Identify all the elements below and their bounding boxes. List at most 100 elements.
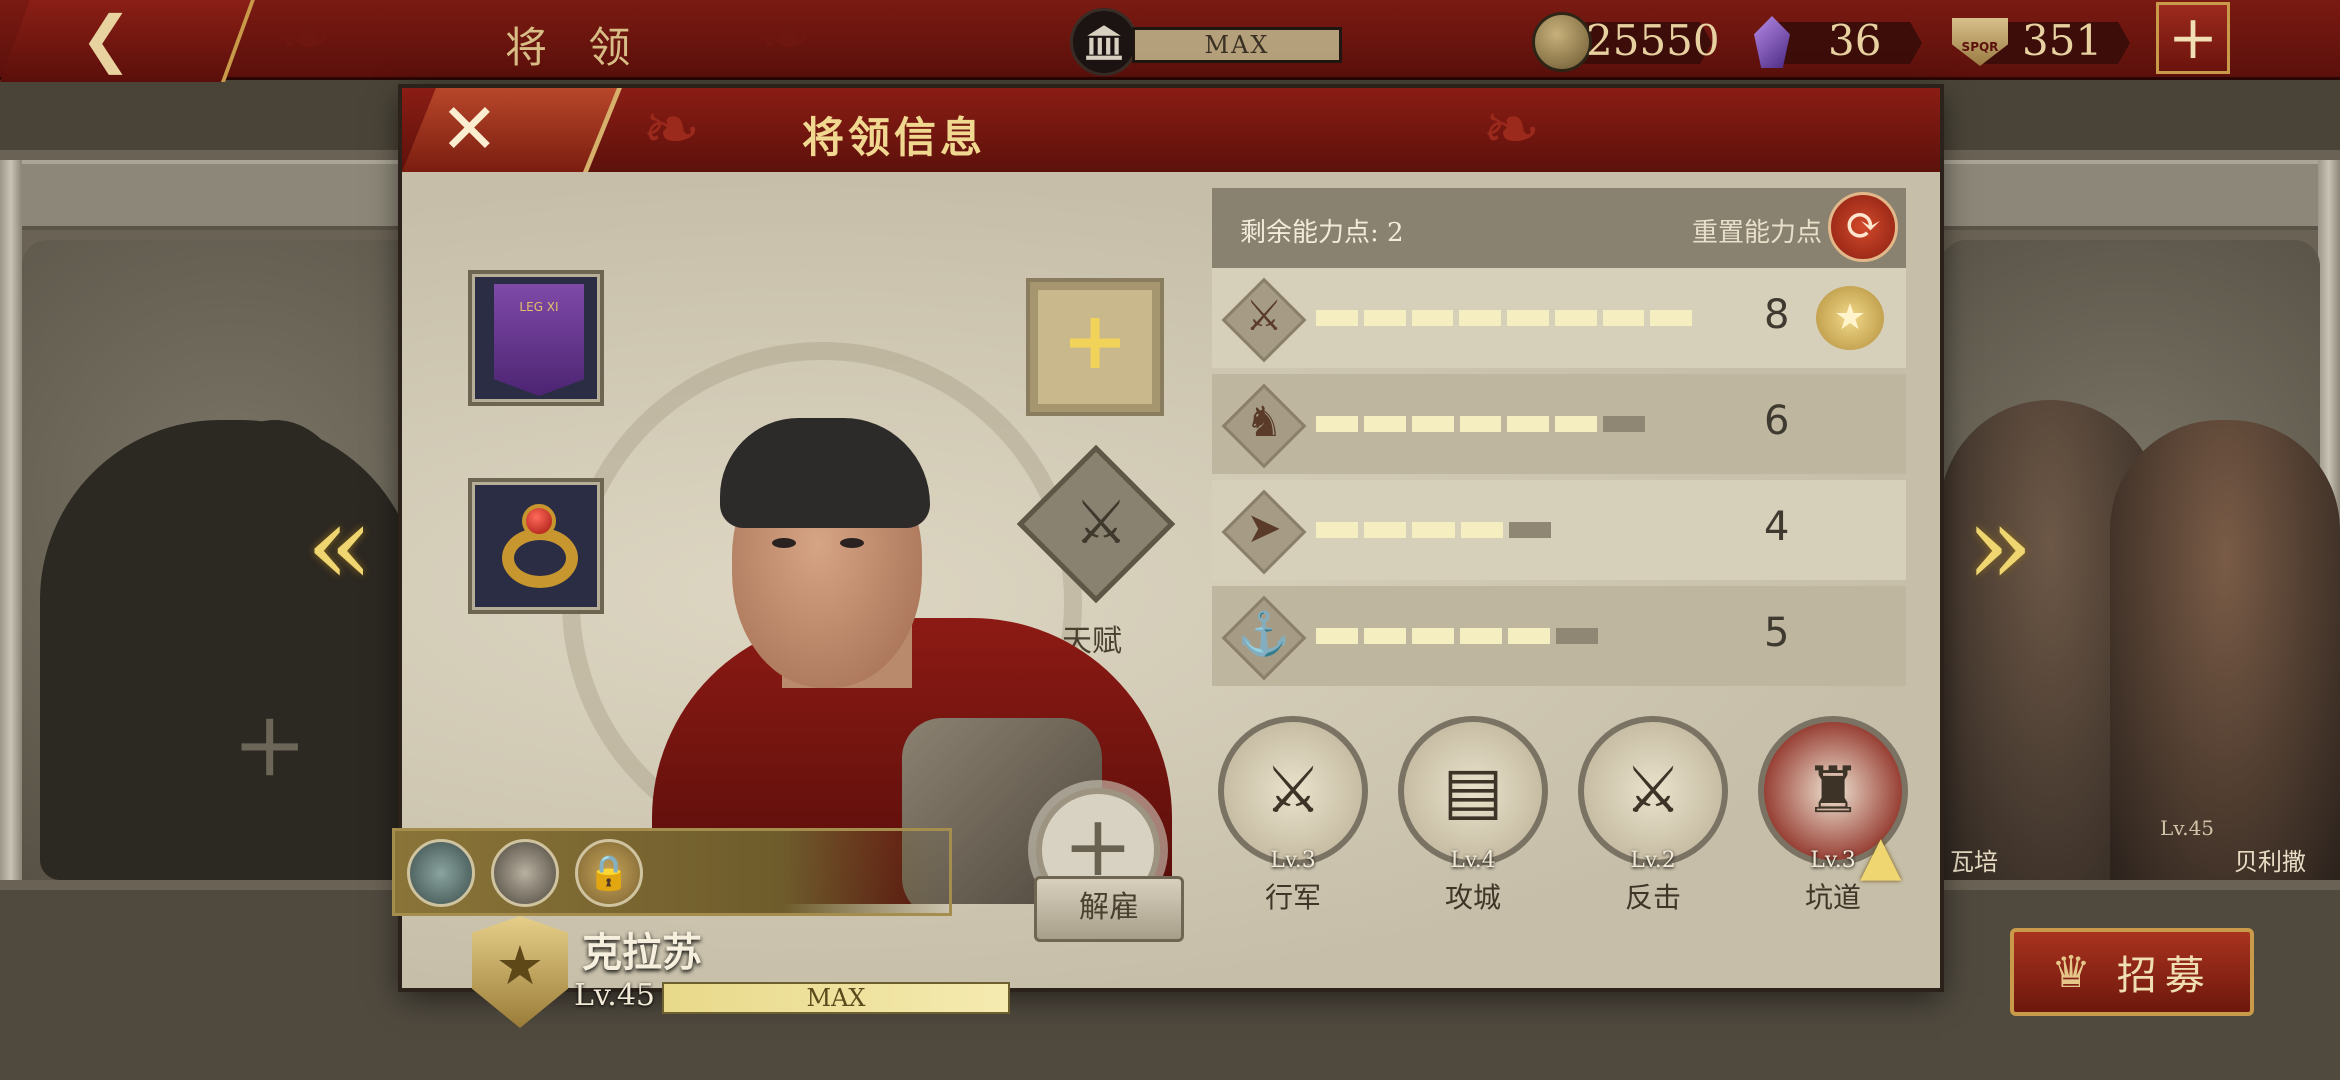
stat-bar-segment	[1364, 628, 1406, 644]
next-general-portrait[interactable]	[2110, 420, 2340, 880]
locked-gem-slot[interactable]: 🔒	[575, 839, 643, 907]
stat-bar-segment	[1460, 628, 1502, 644]
plus-icon: +	[2167, 3, 2219, 73]
laurel-decoration-icon: ❧	[280, 2, 331, 72]
ability-points-header: 剩余能力点: 2 重置能力点 ⟳	[1212, 188, 1906, 268]
laurel-medal-icon: ★	[1816, 286, 1884, 350]
background-column	[0, 160, 22, 880]
skill-level: Lv.4	[1450, 848, 1496, 873]
tunnel-soldier-icon: ♜	[1804, 754, 1862, 828]
add-general-icon[interactable]: +	[232, 700, 307, 790]
stat-row-archer: ➤ 4	[1212, 480, 1906, 580]
next-general-name: 贝利撒	[2234, 848, 2306, 876]
stat-bar-segment	[1507, 416, 1550, 432]
building-level-indicator[interactable]: MAX	[1070, 8, 1342, 76]
dismiss-button[interactable]: 解雇	[1034, 876, 1184, 942]
banner-text: LEG XI	[519, 300, 559, 314]
stat-bar-segment	[1316, 310, 1358, 326]
remaining-points-label: 剩余能力点: 2	[1240, 218, 1404, 248]
coins-resource[interactable]: 25550	[1532, 12, 1722, 72]
gems-value: 36	[1828, 16, 1882, 65]
laurel-decoration-icon: ❧	[642, 88, 701, 170]
next-general-name: 瓦培	[1950, 848, 1998, 876]
stat-bar-segment	[1363, 310, 1406, 326]
skill-level: Lv.2	[1630, 848, 1676, 873]
dialog-title: 将领信息	[802, 113, 987, 162]
siege-ladder-icon: ▤	[1442, 754, 1504, 828]
stat-bar	[1316, 416, 1646, 432]
coin-icon	[1532, 12, 1592, 72]
building-max-label: MAX	[1132, 27, 1342, 63]
lock-icon: 🔒	[587, 853, 631, 893]
gem-slots-strip: 🔒	[392, 828, 952, 916]
skill-level: Lv.3	[1270, 848, 1316, 873]
next-general-arrow-icon[interactable]: »	[1966, 490, 2033, 600]
top-bar: ❮ ❧ ❧ 将 领 MAX 25550 36 SPQR 351 +	[0, 0, 2340, 82]
prev-general-arrow-icon[interactable]: «	[306, 490, 373, 600]
marching-soldiers-icon: ⚔	[1264, 754, 1322, 828]
gem-slot[interactable]	[491, 839, 559, 907]
stat-bar-segment	[1460, 522, 1503, 538]
stat-bar	[1316, 628, 1598, 644]
stat-value: 8	[1764, 292, 1790, 338]
coins-value: 25550	[1586, 16, 1720, 65]
stat-row-infantry: ⚔ 8 ★	[1212, 268, 1906, 368]
stat-bar-segment	[1411, 310, 1454, 326]
skill-counterattack[interactable]: ⚔	[1578, 716, 1728, 866]
stat-bar	[1316, 522, 1552, 538]
stat-bar-segment	[1459, 310, 1501, 326]
gem-icon	[1742, 12, 1802, 72]
stat-bar-segment	[1412, 522, 1455, 538]
helmet-icon: ♛	[2051, 946, 2091, 998]
recruit-label: 招募	[2116, 953, 2213, 999]
stat-bar	[1316, 310, 1692, 326]
upgrade-arrow-icon[interactable]: ▲	[1860, 824, 1902, 887]
spqr-eagle-icon: SPQR	[1950, 12, 2010, 72]
gem-slot[interactable]	[407, 839, 475, 907]
laurel-decoration-icon: ❧	[1482, 88, 1541, 170]
close-icon[interactable]: ✕	[440, 94, 499, 164]
page-title: 将 领	[505, 23, 645, 72]
stat-bar-segment	[1412, 628, 1454, 644]
sword-icon: ⚔	[1245, 291, 1283, 340]
stat-bar-segment	[1411, 416, 1454, 432]
ruby-icon	[522, 504, 556, 538]
stat-bar-segment	[1508, 522, 1552, 538]
portrait-eye	[840, 538, 864, 548]
reset-points-label: 重置能力点	[1692, 218, 1823, 248]
stat-bar-segment	[1316, 416, 1358, 432]
stat-bar-segment	[1507, 310, 1549, 326]
spqr-value: 351	[2022, 16, 2103, 65]
skill-march[interactable]: ⚔	[1218, 716, 1368, 866]
experience-label: MAX	[806, 984, 866, 1012]
stat-bar-segment	[1508, 628, 1550, 644]
stat-bar-segment	[1555, 416, 1598, 432]
general-level: Lv.45	[574, 978, 656, 1013]
stat-bar-segment	[1603, 416, 1646, 432]
reset-points-button[interactable]: ⟳	[1828, 192, 1898, 262]
fighting-soldiers-icon: ⚔	[1624, 754, 1682, 828]
portrait-hair	[720, 418, 930, 528]
stat-bar-segment	[1363, 416, 1406, 432]
skill-name: 反击	[1624, 881, 1681, 914]
recruit-button[interactable]: ♛ 招募	[2010, 928, 2254, 1016]
star-icon: ★	[495, 934, 545, 997]
back-arrow-icon[interactable]: ❮	[80, 8, 132, 70]
add-resource-button[interactable]: +	[2156, 2, 2230, 74]
dialog-header: ✕ ❧ ❧ 将领信息	[402, 88, 1940, 172]
experience-bar: MAX	[662, 982, 1010, 1014]
skill-siege[interactable]: ▤	[1398, 716, 1548, 866]
stat-bar-segment	[1459, 416, 1502, 432]
spqr-resource[interactable]: SPQR 351	[1950, 12, 2140, 72]
skill-name: 行军	[1264, 881, 1321, 914]
stat-bar-segment	[1316, 522, 1359, 538]
stat-value: 6	[1764, 398, 1790, 444]
close-button[interactable]	[402, 88, 622, 172]
stat-bar-segment	[1602, 310, 1645, 326]
next-general-level: Lv.45	[2160, 816, 2215, 840]
stat-row-cavalry: ♞ 6	[1212, 374, 1906, 474]
laurel-decoration-icon: ❧	[760, 2, 811, 72]
stat-bar-segment	[1554, 310, 1597, 326]
general-name: 克拉苏	[582, 930, 702, 976]
gems-resource[interactable]: 36	[1742, 12, 1932, 72]
